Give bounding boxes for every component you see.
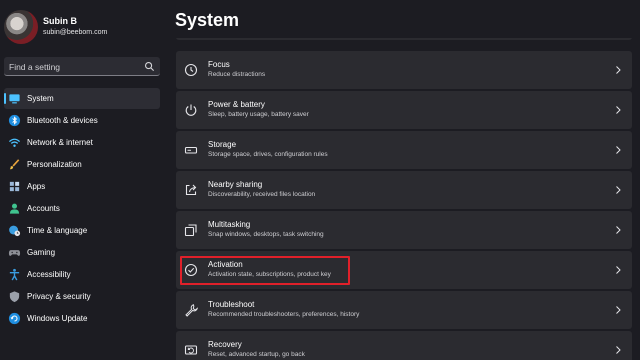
recovery-icon xyxy=(184,345,198,355)
card-subtitle: Recommended troubleshooters, preferences… xyxy=(208,311,360,318)
card-subtitle: Sleep, battery usage, battery saver xyxy=(208,111,309,118)
sidebar-item-bluetooth[interactable]: Bluetooth & devices xyxy=(4,110,160,131)
sidebar-item-privacy-security[interactable]: Privacy & security xyxy=(4,286,160,307)
power-icon xyxy=(185,104,197,116)
share-icon xyxy=(185,184,197,196)
card-title: Multitasking xyxy=(208,220,251,229)
storage-icon xyxy=(184,146,198,154)
sidebar-item-apps[interactable]: Apps xyxy=(4,176,160,197)
gamepad-icon xyxy=(8,250,21,256)
card-title: Recovery xyxy=(208,340,242,349)
card-title: Nearby sharing xyxy=(208,180,263,189)
sidebar-item-gaming[interactable]: Gaming xyxy=(4,242,160,263)
card-title: Storage xyxy=(208,140,237,149)
chevron-right-icon xyxy=(616,66,621,74)
settings-card-multitasking[interactable]: Multitasking Snap windows, desktops, tas… xyxy=(176,211,632,249)
sidebar-item-label: Network & internet xyxy=(27,138,93,147)
sidebar-item-label: Personalization xyxy=(27,160,82,169)
sidebar: Subin B subin@beebom.com System Bluetoot… xyxy=(0,0,168,360)
brush-icon xyxy=(9,159,20,170)
wrench-icon xyxy=(185,304,198,317)
search-box[interactable] xyxy=(4,57,160,76)
sidebar-item-label: Apps xyxy=(27,182,46,191)
profile[interactable]: Subin B subin@beebom.com xyxy=(0,0,168,50)
sidebar-item-personalization[interactable]: Personalization xyxy=(4,154,160,175)
card-subtitle: Snap windows, desktops, task switching xyxy=(208,231,324,238)
chevron-right-icon xyxy=(616,346,621,354)
sidebar-item-time-language[interactable]: Time & language xyxy=(4,220,160,241)
sidebar-item-network[interactable]: Network & internet xyxy=(4,132,160,153)
apps-icon xyxy=(9,181,20,192)
search-icon[interactable] xyxy=(144,61,155,72)
activation-highlight-box xyxy=(180,256,350,285)
active-indicator xyxy=(4,93,6,104)
page-title: System xyxy=(175,10,240,30)
chevron-right-icon xyxy=(616,186,621,194)
update-icon xyxy=(8,312,21,325)
card-title: Focus xyxy=(208,60,230,69)
sidebar-item-windows-update[interactable]: Windows Update xyxy=(4,308,160,329)
card-subtitle: Reduce distractions xyxy=(208,71,266,78)
person-icon xyxy=(9,203,20,214)
settings-card-nearby-sharing[interactable]: Nearby sharing Discoverability, received… xyxy=(176,171,632,209)
bluetooth-icon xyxy=(8,114,21,127)
wifi-icon xyxy=(8,138,21,147)
globe-clock-icon xyxy=(9,225,21,237)
card-subtitle: Discoverability, received files location xyxy=(208,191,316,198)
sidebar-item-system[interactable]: System xyxy=(4,88,160,109)
chevron-right-icon xyxy=(616,146,621,154)
sidebar-item-accessibility[interactable]: Accessibility xyxy=(4,264,160,285)
card-title: Troubleshoot xyxy=(208,300,255,309)
settings-card-focus[interactable]: Focus Reduce distractions xyxy=(176,51,632,89)
chevron-right-icon xyxy=(616,226,621,234)
settings-card-recovery[interactable]: Recovery Reset, advanced startup, go bac… xyxy=(176,331,632,360)
sidebar-item-label: Gaming xyxy=(27,248,56,257)
accessibility-icon xyxy=(9,268,20,281)
sidebar-item-label: Time & language xyxy=(27,226,88,235)
monitor-icon xyxy=(9,94,20,104)
search-input[interactable] xyxy=(9,60,139,73)
sidebar-item-label: Accounts xyxy=(27,204,60,213)
sidebar-item-label: Bluetooth & devices xyxy=(27,116,98,125)
sidebar-item-accounts[interactable]: Accounts xyxy=(4,198,160,219)
card-title: Power & battery xyxy=(208,100,265,109)
chevron-right-icon xyxy=(616,106,621,114)
profile-email: subin@beebom.com xyxy=(43,29,108,36)
settings-list: Focus Reduce distractions Power & batter… xyxy=(176,38,632,360)
shield-icon xyxy=(9,291,20,303)
sidebar-item-label: Privacy & security xyxy=(27,292,91,301)
settings-card-power-battery[interactable]: Power & battery Sleep, battery usage, ba… xyxy=(176,91,632,129)
multitasking-icon xyxy=(184,224,197,237)
settings-card-partial[interactable] xyxy=(176,38,632,40)
sidebar-item-label: Windows Update xyxy=(27,314,88,323)
sidebar-item-label: Accessibility xyxy=(27,270,71,279)
settings-card-troubleshoot[interactable]: Troubleshoot Recommended troubleshooters… xyxy=(176,291,632,329)
sidebar-item-label: System xyxy=(27,94,54,103)
focus-icon xyxy=(184,63,198,77)
card-subtitle: Storage space, drives, configuration rul… xyxy=(208,151,328,158)
avatar[interactable] xyxy=(4,10,38,44)
chevron-right-icon xyxy=(616,266,621,274)
profile-name: Subin B xyxy=(43,16,77,26)
settings-card-storage[interactable]: Storage Storage space, drives, configura… xyxy=(176,131,632,169)
chevron-right-icon xyxy=(616,306,621,314)
card-subtitle: Reset, advanced startup, go back xyxy=(208,351,305,358)
